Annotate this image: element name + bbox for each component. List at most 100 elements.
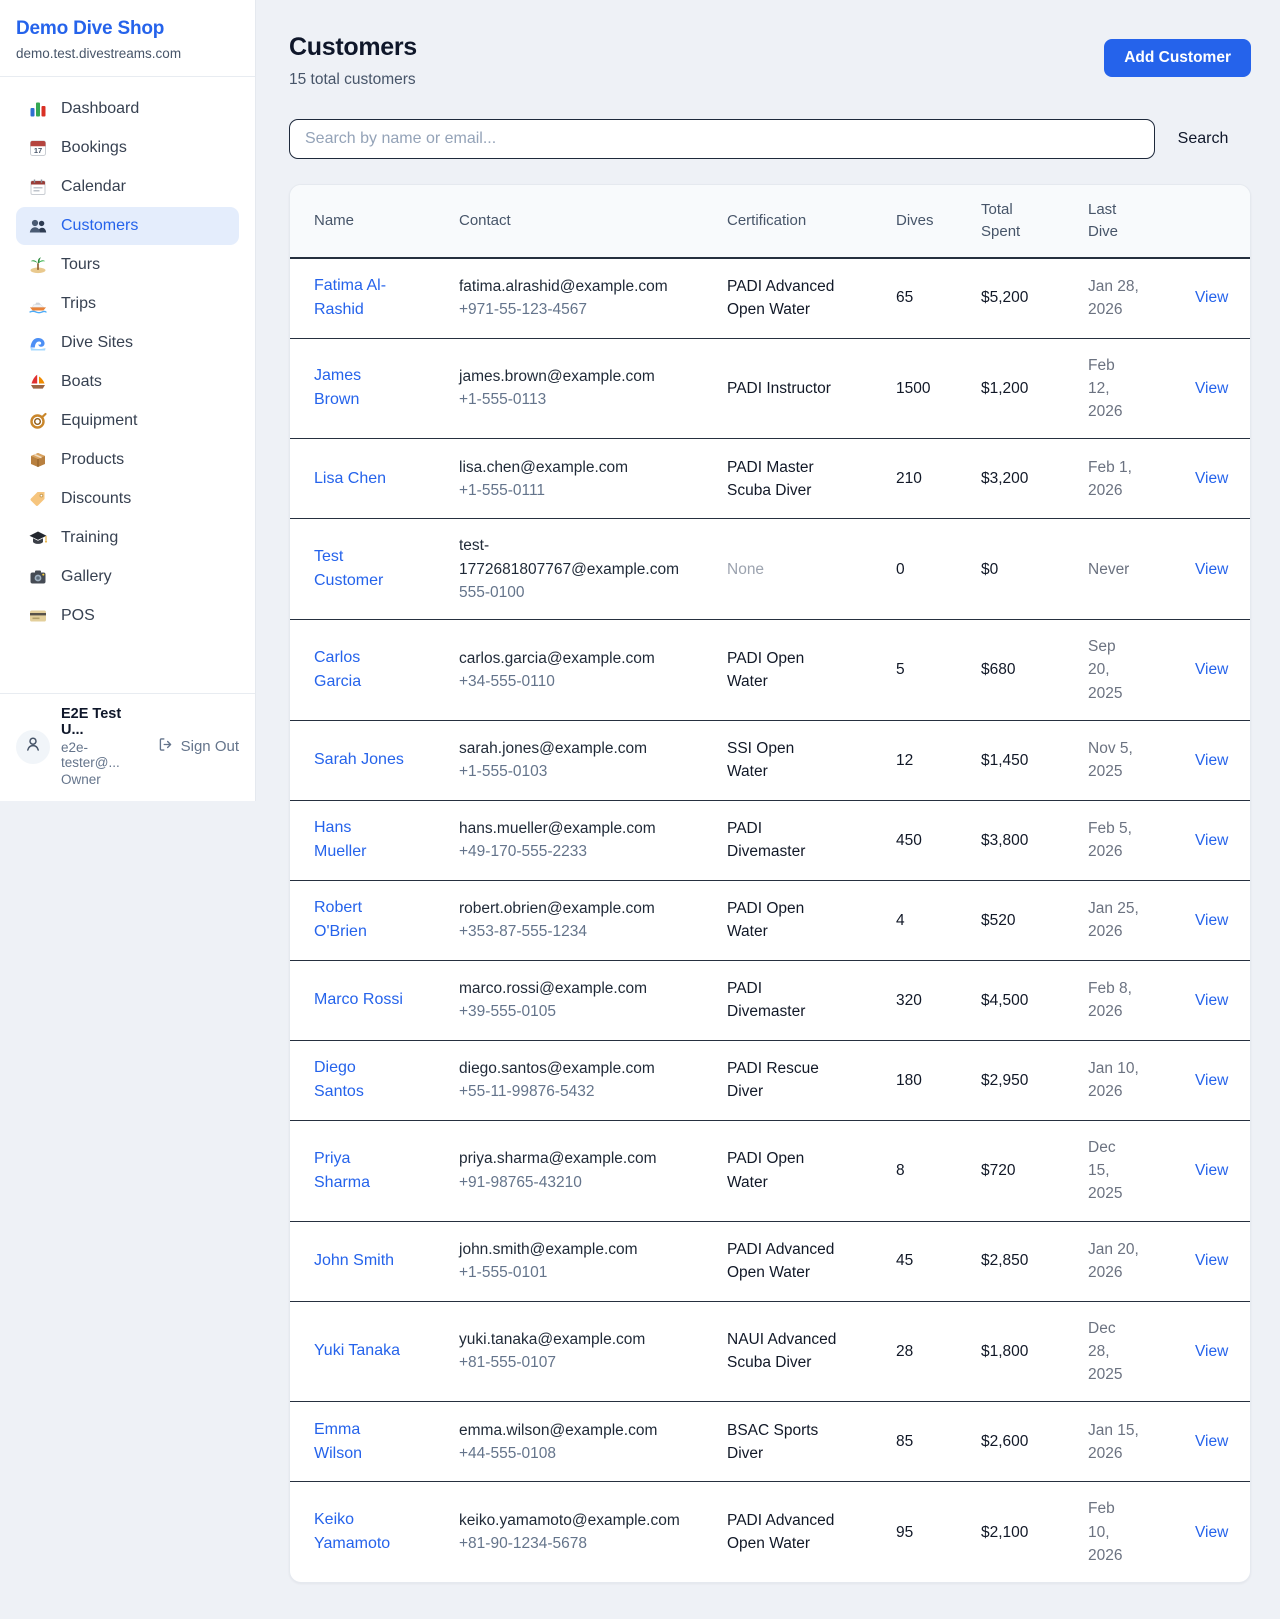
customer-last-dive: Jan 25, 2026 [1088,882,1152,959]
column-header-name: Name [314,196,459,246]
calendar-icon [28,177,48,197]
bookings-icon: 17 [28,138,48,158]
customer-phone: +91-98765-43210 [459,1171,715,1194]
sidebar-item-calendar[interactable]: Calendar [16,168,239,206]
customer-name-link[interactable]: James Brown [314,364,407,412]
view-link[interactable]: View [1195,1162,1228,1179]
customer-name-link[interactable]: Diego Santos [314,1056,407,1104]
view-link[interactable]: View [1195,992,1228,1009]
customer-last-dive: Jan 20, 2026 [1088,1223,1152,1300]
sidebar-item-dashboard[interactable]: Dashboard [16,90,239,128]
sidebar-item-label: Gallery [61,568,112,586]
customer-phone: +34-555-0110 [459,670,715,693]
column-header-dives: Dives [896,196,981,246]
view-link[interactable]: View [1195,752,1228,769]
customer-email: carlos.garcia@example.com [459,647,683,670]
sidebar: Demo Dive Shop demo.test.divestreams.com… [0,0,256,801]
view-link[interactable]: View [1195,1524,1228,1541]
customer-name-link[interactable]: Keiko Yamamoto [314,1508,407,1556]
sidebar-item-training[interactable]: Training [16,519,239,557]
customer-email: fatima.alrashid@example.com [459,275,683,298]
search-button[interactable]: Search [1155,130,1251,148]
customer-name-link[interactable]: Priya Sharma [314,1147,407,1195]
user-role: Owner [61,772,146,787]
view-link[interactable]: View [1195,289,1228,306]
sign-out-button[interactable]: Sign Out [157,736,239,757]
trips-icon [28,294,48,314]
customer-name-link[interactable]: Lisa Chen [314,467,386,491]
customer-total-spent: $680 [981,643,1088,696]
customer-phone: +81-555-0107 [459,1351,715,1374]
person-icon [23,734,43,759]
sidebar-item-bookings[interactable]: 17 Bookings [16,129,239,167]
customer-dives: 0 [896,543,981,596]
customer-total-spent: $2,850 [981,1234,1088,1287]
sidebar-item-label: Trips [61,295,96,313]
customer-email: lisa.chen@example.com [459,456,683,479]
customer-dives: 320 [896,974,981,1027]
customer-name-link[interactable]: Robert O'Brien [314,896,407,944]
customer-name-link[interactable]: Test Customer [314,545,407,593]
table-row: Marco Rossi marco.rossi@example.com +39-… [290,961,1250,1041]
customer-name-link[interactable]: Yuki Tanaka [314,1339,400,1363]
view-link[interactable]: View [1195,561,1228,578]
customer-dives: 45 [896,1234,981,1287]
customer-total-spent: $4,500 [981,974,1088,1027]
customer-total-spent: $5,200 [981,271,1088,324]
view-link[interactable]: View [1195,661,1228,678]
user-section: E2E Test U... e2e-tester@... Owner Sign … [0,693,255,801]
table-row: Diego Santos diego.santos@example.com +5… [290,1041,1250,1121]
gallery-icon [28,567,48,587]
column-header-last-dive: Last Dive [1088,185,1130,257]
sidebar-item-tours[interactable]: Tours [16,246,239,284]
sidebar-item-label: Tours [61,256,100,274]
customer-certification: PADI Rescue Diver [727,1042,851,1119]
sidebar-item-products[interactable]: Products [16,441,239,479]
view-link[interactable]: View [1195,1072,1228,1089]
customer-name-link[interactable]: Marco Rossi [314,988,403,1012]
sidebar-item-label: Customers [61,217,138,235]
view-link[interactable]: View [1195,1252,1228,1269]
customer-name-link[interactable]: Hans Mueller [314,816,407,864]
sidebar-item-dive-sites[interactable]: Dive Sites [16,324,239,362]
sidebar-item-boats[interactable]: Boats [16,363,239,401]
customer-name-link[interactable]: Carlos Garcia [314,646,407,694]
view-link[interactable]: View [1195,912,1228,929]
customer-name-link[interactable]: Fatima Al-Rashid [314,274,407,322]
customer-name-link[interactable]: Sarah Jones [314,748,404,772]
add-customer-button[interactable]: Add Customer [1104,39,1251,77]
customer-certification: PADI Divemaster [727,802,851,879]
view-link[interactable]: View [1195,1433,1228,1450]
view-link[interactable]: View [1195,380,1228,397]
customer-certification: PADI Open Water [727,882,851,959]
customer-phone: 555-0100 [459,581,715,604]
customer-last-dive: Feb 12, 2026 [1088,339,1152,439]
sidebar-item-gallery[interactable]: Gallery [16,558,239,596]
table-row: Test Customer test-1772681807767@example… [290,519,1250,620]
search-input[interactable] [289,119,1155,159]
customer-email: test-1772681807767@example.com [459,534,683,581]
customer-certification: PADI Advanced Open Water [727,1494,851,1571]
column-header-contact: Contact [459,196,727,246]
customer-dives: 5 [896,643,981,696]
svg-text:17: 17 [34,146,42,155]
table-row: Sarah Jones sarah.jones@example.com +1-5… [290,721,1250,801]
view-link[interactable]: View [1195,1343,1228,1360]
sign-out-label: Sign Out [181,738,239,755]
customer-last-dive: Jan 28, 2026 [1088,260,1152,337]
customer-name-link[interactable]: John Smith [314,1249,394,1273]
view-link[interactable]: View [1195,470,1228,487]
view-link[interactable]: View [1195,832,1228,849]
customer-total-spent: $3,800 [981,814,1088,867]
customer-certification: PADI Instructor [727,362,851,415]
customer-last-dive: Never [1088,543,1152,596]
customer-total-spent: $2,100 [981,1506,1088,1559]
sidebar-item-equipment[interactable]: Equipment [16,402,239,440]
customer-last-dive: Feb 8, 2026 [1088,962,1152,1039]
customer-dives: 65 [896,271,981,324]
sidebar-item-discounts[interactable]: Discounts [16,480,239,518]
sidebar-item-customers[interactable]: Customers [16,207,239,245]
sidebar-item-pos[interactable]: POS [16,597,239,635]
customer-name-link[interactable]: Emma Wilson [314,1418,407,1466]
sidebar-item-trips[interactable]: Trips [16,285,239,323]
